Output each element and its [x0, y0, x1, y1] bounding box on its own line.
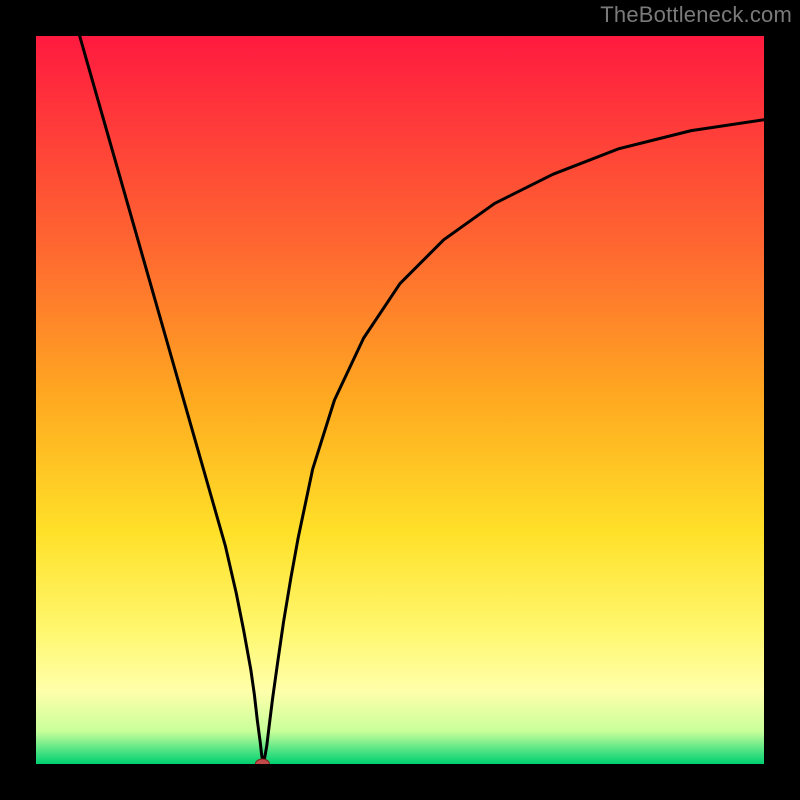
watermark-text: TheBottleneck.com: [600, 2, 792, 28]
chart-canvas: [0, 0, 800, 800]
bottleneck-chart-svg: [0, 0, 800, 800]
plot-background: [36, 36, 764, 764]
chart-frame: TheBottleneck.com: [0, 0, 800, 800]
